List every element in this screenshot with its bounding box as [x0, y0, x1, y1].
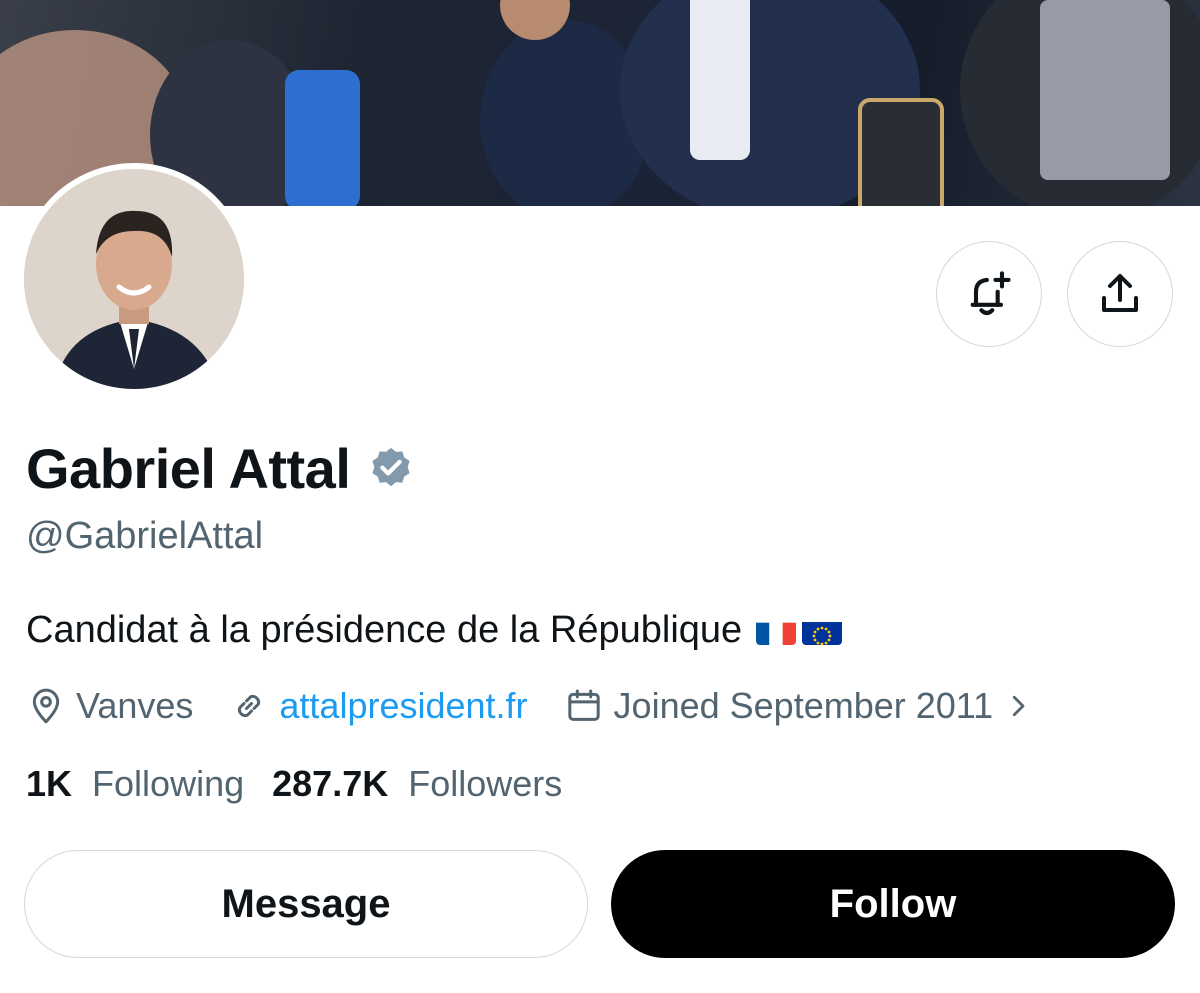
verified-badge-icon[interactable] [368, 445, 414, 491]
profile-handle: @GabrielAttal [26, 515, 264, 557]
banner-shirt [690, 0, 750, 160]
followers-stat[interactable]: 287.7K Followers [272, 763, 562, 805]
website-link[interactable]: attalpresident.fr [279, 685, 527, 727]
location-pin-icon [32, 688, 60, 724]
flag-france-icon [756, 617, 797, 645]
followers-label: Followers [408, 763, 563, 804]
notifications-button[interactable] [936, 241, 1042, 347]
message-button[interactable]: Message [24, 850, 588, 958]
share-icon [1102, 274, 1138, 312]
location-text: Vanves [76, 685, 194, 726]
following-label: Following [92, 763, 245, 804]
profile-name: Gabriel Attal [26, 436, 351, 500]
following-stat[interactable]: 1K Following [26, 763, 244, 805]
following-count: 1K [26, 763, 73, 804]
join-date[interactable]: Joined September 2011 [564, 685, 1034, 727]
share-button[interactable] [1067, 241, 1173, 347]
profile-stats: 1K Following 287.7K Followers [26, 763, 590, 805]
banner-phone [858, 98, 944, 206]
banner-shirt [1040, 0, 1170, 180]
flag-european-union-icon [802, 617, 843, 645]
profile-meta: Vanves attalpresident.fr Joined Septembe… [26, 683, 1069, 729]
calendar-icon [567, 689, 600, 721]
avatar-portrait [24, 169, 244, 389]
follow-button[interactable]: Follow [611, 850, 1175, 958]
website[interactable]: attalpresident.fr [229, 685, 528, 727]
profile-name-row: Gabriel Attal [26, 432, 414, 504]
avatar-image [24, 169, 244, 389]
location: Vanves [26, 685, 193, 727]
chevron-right-icon [1013, 695, 1025, 717]
join-date-text: Joined September 2011 [613, 685, 994, 726]
profile-avatar[interactable] [18, 163, 250, 395]
profile-bio: Candidat à la présidence de la Républiqu… [26, 609, 843, 652]
link-icon [238, 694, 261, 718]
followers-count: 287.7K [272, 763, 389, 804]
bell-plus-icon [970, 271, 1011, 316]
banner-phone [285, 70, 360, 206]
bio-text: Candidat à la présidence de la Républiqu… [26, 609, 743, 651]
